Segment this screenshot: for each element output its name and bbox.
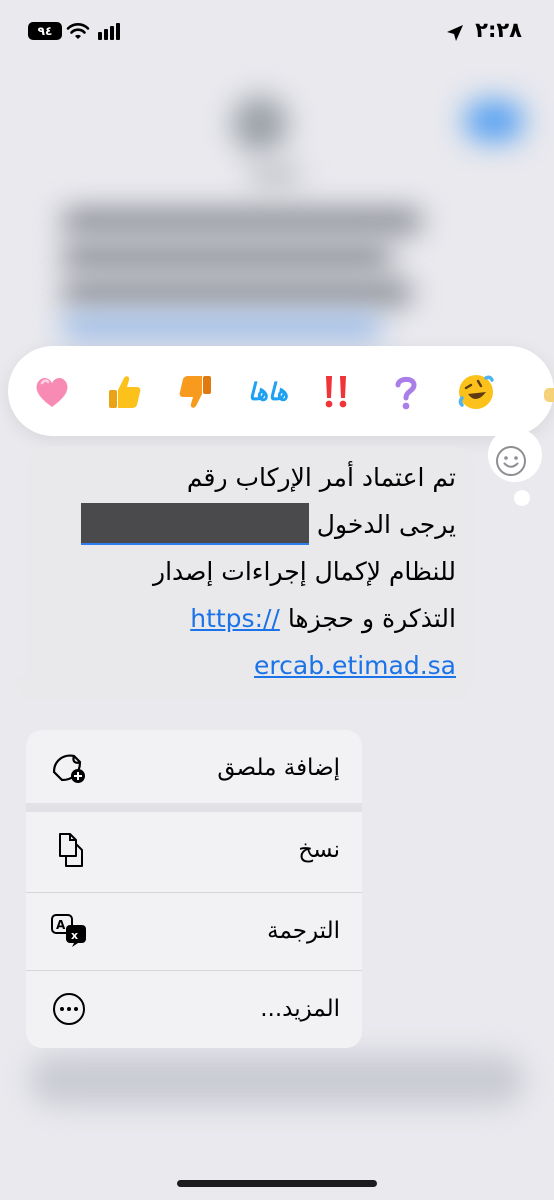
message-text: تم اعتماد أمر الإركاب رقم يرجى الدخول لل…: [36, 454, 456, 689]
svg-text:x: x: [71, 929, 78, 942]
menu-item-translate[interactable]: A x الترجمة: [26, 893, 362, 969]
menu-label: الترجمة: [267, 918, 340, 944]
home-indicator: [177, 1180, 377, 1187]
menu-label: إضافة ملصق: [217, 755, 340, 781]
question-mark-icon: [395, 376, 417, 410]
ellipsis-circle-icon: [53, 993, 85, 1025]
blurred-link-line: [62, 316, 382, 338]
status-time: ٢:٢٨: [475, 18, 522, 42]
blurred-text-line: [62, 282, 412, 304]
haha-label: هاها: [248, 378, 288, 406]
reaction-thumbs-up[interactable]: [102, 370, 146, 414]
blurred-text-line: [62, 246, 392, 268]
sticker-add-icon: [52, 754, 85, 783]
message-line: للنظام لإكمال إجراءات إصدار: [153, 557, 456, 586]
thumbs-down-icon: [179, 376, 211, 408]
wifi-icon: [66, 23, 90, 39]
reaction-heart[interactable]: [30, 370, 74, 414]
reaction-laughing[interactable]: [454, 370, 498, 414]
blurred-text-line: [62, 210, 422, 232]
blurred-input-bar: [30, 1055, 524, 1105]
message-link[interactable]: https://: [190, 604, 280, 633]
rolling-laughing-icon: [458, 375, 494, 409]
blurred-button: [464, 100, 524, 142]
svg-text:A: A: [56, 918, 66, 932]
message-line-text: يرجى الدخول: [316, 510, 456, 539]
double-exclamation-icon: [325, 376, 347, 408]
translate-icon: A x: [51, 914, 86, 947]
battery-indicator: ٩٤: [28, 22, 62, 40]
copy-icon: [59, 833, 83, 867]
redacted-number: [80, 503, 309, 545]
reaction-haha[interactable]: هاها: [244, 370, 292, 414]
reaction-exclamation[interactable]: [314, 370, 358, 414]
menu-label: نسخ: [298, 837, 340, 863]
menu-item-more[interactable]: المزيد...: [26, 971, 362, 1047]
message-line-2: يرجى الدخول: [36, 501, 456, 548]
thumbs-up-icon: [109, 376, 141, 408]
reaction-bar-tail-dot: [514, 490, 530, 506]
message-link[interactable]: ercab.etimad.sa: [254, 651, 456, 680]
menu-separator-thick: [26, 803, 362, 812]
menu-item-copy[interactable]: نسخ: [26, 812, 362, 888]
reaction-thumbs-down[interactable]: [174, 370, 218, 414]
menu-item-add-sticker[interactable]: إضافة ملصق: [26, 730, 362, 806]
status-bar: ٩٤ ٢:٢٨: [0, 0, 554, 60]
blurred-avatar: [232, 96, 288, 152]
context-menu: إضافة ملصق نسخ A x الترجمة المزيد...: [26, 730, 362, 1048]
blurred-contact-name: [250, 168, 300, 182]
message-line-text: التذكرة و حجزها: [287, 604, 456, 633]
location-arrow-icon: [447, 25, 463, 41]
message-line-4: التذكرة و حجزها https://: [36, 595, 456, 642]
partial-emoji-edge: [544, 388, 554, 402]
message-bubble[interactable]: تم اعتماد أمر الإركاب رقم يرجى الدخول لل…: [26, 446, 474, 700]
message-line-5: ercab.etimad.sa: [36, 642, 456, 689]
heart-icon: [36, 377, 68, 407]
cellular-signal-icon: [98, 23, 120, 40]
add-emoji-icon[interactable]: [494, 444, 528, 478]
message-line: تم اعتماد أمر الإركاب رقم: [186, 463, 456, 492]
reaction-question[interactable]: [384, 370, 428, 414]
menu-label: المزيد...: [260, 996, 340, 1022]
